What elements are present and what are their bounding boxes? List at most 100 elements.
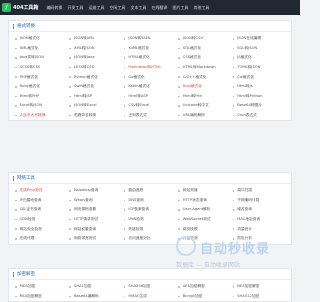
tool-link[interactable]: SSL证书查询 xyxy=(15,205,69,215)
tool-link[interactable]: Markdown转HTML xyxy=(123,63,178,73)
tool-link[interactable]: Unicode转中文 xyxy=(178,101,232,111)
tool-link[interactable]: Html转JSP xyxy=(69,92,123,102)
tool-link[interactable]: User-Agent解析 xyxy=(178,205,232,215)
tool-link-label: 端口扫描 xyxy=(237,188,252,193)
tool-link-label: Excel转JSON xyxy=(19,103,43,108)
tool-link[interactable]: DES加密解密 xyxy=(232,282,287,292)
tool-link[interactable]: 网站权重查询 xyxy=(69,224,123,234)
tool-link[interactable]: CSV转Excel xyxy=(123,101,178,111)
tool-link[interactable]: 在线代理 xyxy=(15,234,69,244)
tool-link[interactable]: 访问速度对比 xyxy=(123,234,178,244)
tool-link[interactable]: JS格式化 xyxy=(232,53,287,63)
tool-link[interactable]: YAML格式化 xyxy=(123,44,178,54)
tool-link[interactable]: Ruby格式化 xyxy=(15,82,69,92)
nav-item-misc[interactable]: 空闲工具 xyxy=(109,5,125,11)
tool-link[interactable]: IPv6检测 xyxy=(123,215,178,225)
tool-link[interactable]: 网络带宽测试 xyxy=(69,234,123,244)
tool-link[interactable]: HTML格式化 xyxy=(123,53,178,63)
tool-link[interactable]: XML格式化 xyxy=(15,44,69,54)
tool-link[interactable]: Html转Python xyxy=(232,92,287,102)
tool-link[interactable]: MAC地址查询 xyxy=(232,215,287,225)
nav-item-text[interactable]: 文本工具 xyxy=(130,5,146,11)
tool-link[interactable]: URL编码解码 xyxy=(178,111,232,121)
nav-item-other[interactable]: 其他工具 xyxy=(193,5,209,11)
tool-link[interactable]: SCSS转CSS xyxy=(15,63,69,73)
tool-link[interactable]: JSON在线编辑 xyxy=(232,34,287,44)
tool-link[interactable]: 外链检测 xyxy=(178,234,232,244)
bullet-icon xyxy=(232,95,235,98)
tool-link[interactable]: Rust格式化 xyxy=(178,82,232,92)
tool-link[interactable]: SQL转JSON xyxy=(232,44,287,54)
tool-link[interactable]: 人民币大写转换 xyxy=(15,111,69,121)
tool-link[interactable]: CSS格式化 xyxy=(178,53,232,63)
tool-link[interactable]: 死链检测 xyxy=(123,224,178,234)
tool-link[interactable]: JSON格式化 xyxy=(15,34,69,44)
tool-link[interactable]: 在线Ping测试 xyxy=(15,186,69,196)
tool-link[interactable]: 网站安全检测 xyxy=(15,224,69,234)
tool-link[interactable]: SQL格式化 xyxy=(178,44,232,54)
nav-item-translate[interactable]: 在线翻译 xyxy=(151,5,167,11)
tool-link-label: PHP格式化 xyxy=(19,74,38,79)
tool-link[interactable]: LESS转CSS xyxy=(69,63,123,73)
bullet-icon xyxy=(123,209,126,211)
tool-link[interactable]: HTTP状态查询 xyxy=(178,196,232,206)
tool-link[interactable]: Cron表达式 xyxy=(232,111,287,121)
tool-link[interactable]: JSON转Java xyxy=(69,53,123,63)
tool-link[interactable]: 端口扫描 xyxy=(232,186,287,196)
tool-link[interactable]: 网页源码查看 xyxy=(69,205,123,215)
tool-link[interactable]: C#格式化 xyxy=(232,72,287,82)
tool-link-label: RSA加密解密 xyxy=(19,293,42,298)
tool-link[interactable]: Kotlin格式化 xyxy=(123,82,178,92)
tool-link[interactable]: Html转Js xyxy=(232,82,287,92)
tool-link[interactable]: 流量统计 xyxy=(232,224,287,234)
bullet-icon xyxy=(232,38,235,40)
tool-link[interactable]: TOML转JSON xyxy=(232,63,287,73)
tool-link[interactable]: Nslookup查询 xyxy=(69,186,123,196)
tool-link[interactable]: SHA1加密 xyxy=(69,282,123,292)
tool-link[interactable]: ICP备案查询 xyxy=(123,205,178,215)
tool-link[interactable]: DNS查询 xyxy=(123,196,178,206)
tool-link[interactable]: JSON转YAML xyxy=(123,34,178,44)
tool-link[interactable]: CDN检测 xyxy=(15,215,69,225)
tool-link[interactable]: Excel转JSON xyxy=(15,101,69,111)
tool-link[interactable]: 网页快照 xyxy=(178,224,232,234)
tool-link[interactable]: Go格式化 xyxy=(123,72,178,82)
tool-link[interactable]: 正则表达式 xyxy=(123,111,178,121)
tool-link[interactable]: JSON转Excel xyxy=(69,101,123,111)
tool-link[interactable]: Java类转JSON xyxy=(15,53,69,63)
tool-link[interactable]: XML转JSON xyxy=(69,44,123,54)
tool-link-label: 外链检测 xyxy=(182,236,198,241)
tool-link[interactable]: PHP格式化 xyxy=(15,72,69,82)
tool-link[interactable]: Whois查询 xyxy=(69,196,123,206)
tool-link[interactable]: JSON转CSV xyxy=(178,34,232,44)
tool-link[interactable]: JSON转XML xyxy=(69,34,123,44)
tool-link-label: ICP备案查询 xyxy=(128,207,150,212)
tool-link[interactable]: 驼峰命名转换 xyxy=(69,111,123,121)
tool-link[interactable]: HTTP请求测试 xyxy=(69,215,123,225)
nav-item-image[interactable]: 图片工具 xyxy=(172,5,188,11)
tool-link[interactable]: 路由追踪 xyxy=(123,186,178,196)
tool-link[interactable]: IP归属地查询 xyxy=(15,196,69,206)
tool-link[interactable]: SHA256加密 xyxy=(123,282,178,292)
tool-link[interactable]: 子网掩码计算 xyxy=(232,196,287,206)
tool-link[interactable]: MD5加密 xyxy=(15,282,69,292)
tool-link[interactable]: Base64转图片 xyxy=(232,101,287,111)
tool-link[interactable]: Html转Perl xyxy=(178,92,232,102)
tool-link[interactable]: Html转ASP xyxy=(123,92,178,102)
nav-item-ops[interactable]: 运维工具 xyxy=(88,5,104,11)
bullet-icon xyxy=(123,295,126,298)
tool-link[interactable]: AES加密解密 xyxy=(178,282,232,292)
tool-link[interactable]: 域名查询 xyxy=(232,205,287,215)
site-logo[interactable]: ∕ 404工具箱 xyxy=(2,3,38,12)
tool-link[interactable]: Html转PHP xyxy=(15,92,69,102)
tool-link[interactable]: WebSocket测试 xyxy=(178,215,232,225)
tool-link-label: MD5加密 xyxy=(19,284,36,289)
tool-link[interactable]: 网站测速 xyxy=(178,186,232,196)
nav-item-encode[interactable]: 编码转换 xyxy=(46,5,62,11)
tool-link[interactable]: C/C++格式化 xyxy=(178,72,232,82)
tool-link[interactable]: Swift格式化 xyxy=(69,82,123,92)
tool-link[interactable]: Python格式化 xyxy=(69,72,123,82)
tool-link[interactable]: 抓包分析 xyxy=(232,234,287,244)
tool-link[interactable]: HTML转Markdown xyxy=(178,63,232,73)
nav-item-dev[interactable]: 开发工具 xyxy=(67,5,83,11)
